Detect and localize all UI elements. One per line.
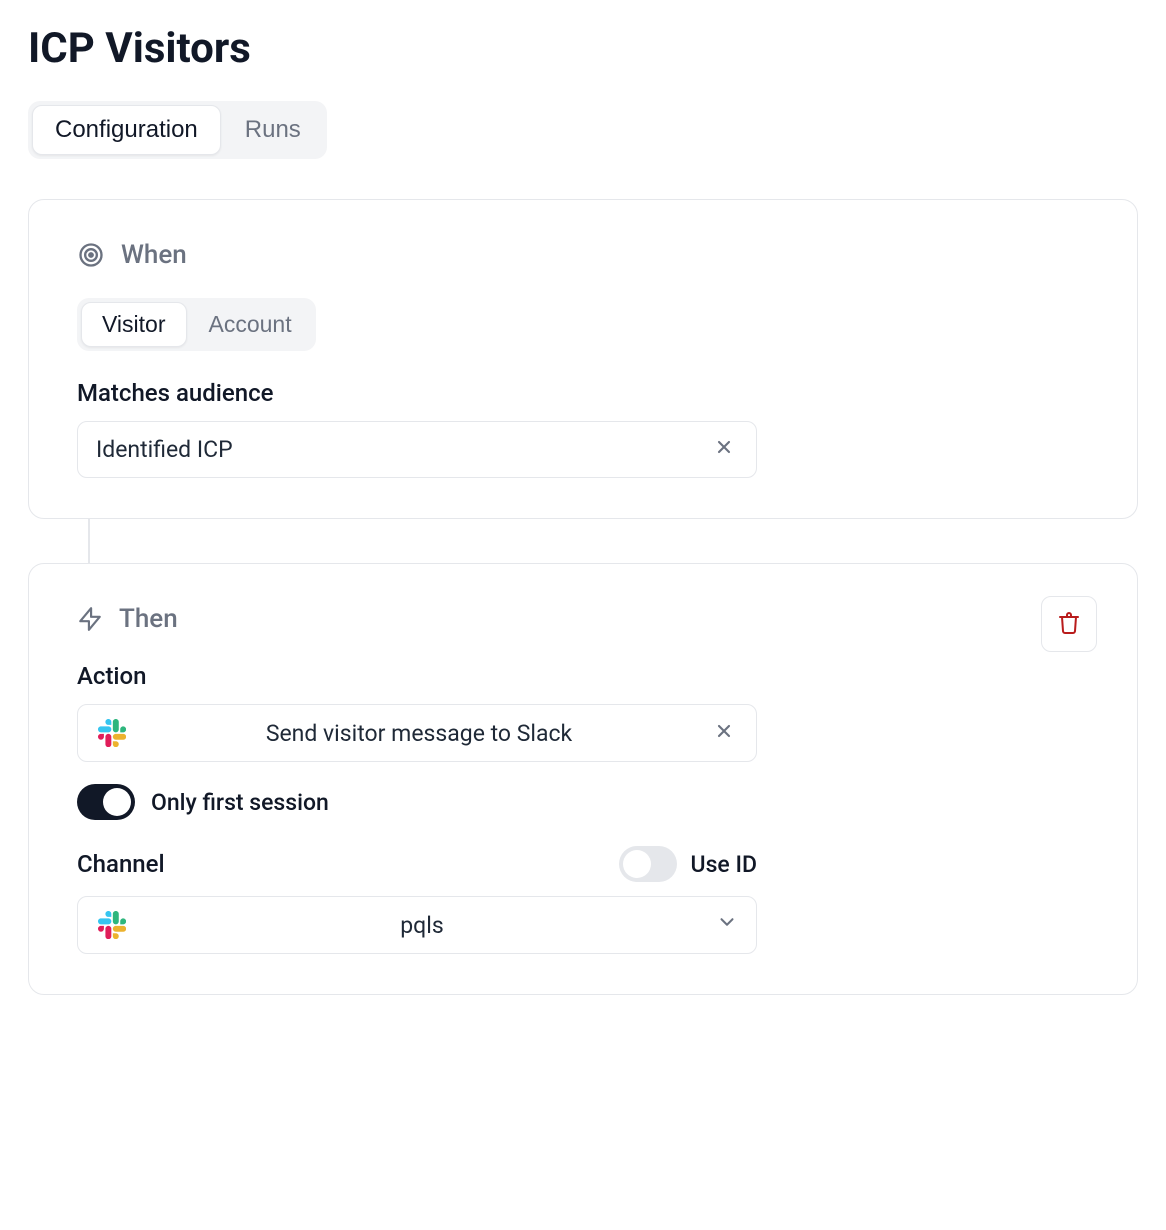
- delete-then-button[interactable]: [1041, 596, 1097, 652]
- tab-runs[interactable]: Runs: [223, 105, 323, 155]
- only-first-session-toggle[interactable]: [77, 784, 135, 820]
- bolt-icon: [77, 606, 103, 632]
- tab-account[interactable]: Account: [189, 302, 312, 347]
- target-icon: [77, 241, 105, 269]
- when-inner-tabs: Visitor Account: [77, 298, 316, 351]
- trash-icon: [1057, 611, 1081, 638]
- channel-value: pqls: [128, 912, 716, 939]
- chevron-down-icon: [716, 911, 738, 939]
- clear-action-icon[interactable]: [710, 721, 738, 746]
- tab-visitor[interactable]: Visitor: [81, 302, 187, 347]
- matches-audience-label: Matches audience: [77, 379, 1089, 407]
- then-card: Then Action Send visitor message to Slac…: [28, 563, 1138, 995]
- tab-configuration[interactable]: Configuration: [32, 105, 221, 155]
- page-title: ICP Visitors: [28, 24, 1138, 73]
- card-connector: [88, 519, 90, 563]
- action-label: Action: [77, 662, 1089, 690]
- audience-select[interactable]: Identified ICP: [77, 421, 757, 478]
- audience-value: Identified ICP: [96, 436, 233, 463]
- slack-icon: [96, 911, 128, 939]
- only-first-session-label: Only first session: [151, 789, 329, 816]
- when-card: When Visitor Account Matches audience Id…: [28, 199, 1138, 519]
- action-select[interactable]: Send visitor message to Slack: [77, 704, 757, 762]
- channel-select[interactable]: pqls: [77, 896, 757, 954]
- use-id-toggle[interactable]: [619, 846, 677, 882]
- when-heading: When: [121, 240, 187, 270]
- slack-icon: [96, 719, 128, 747]
- top-tabs: Configuration Runs: [28, 101, 327, 159]
- channel-label: Channel: [77, 850, 165, 878]
- then-heading: Then: [119, 604, 178, 634]
- action-value: Send visitor message to Slack: [128, 720, 710, 747]
- clear-audience-icon[interactable]: [710, 437, 738, 462]
- use-id-label: Use ID: [691, 851, 757, 878]
